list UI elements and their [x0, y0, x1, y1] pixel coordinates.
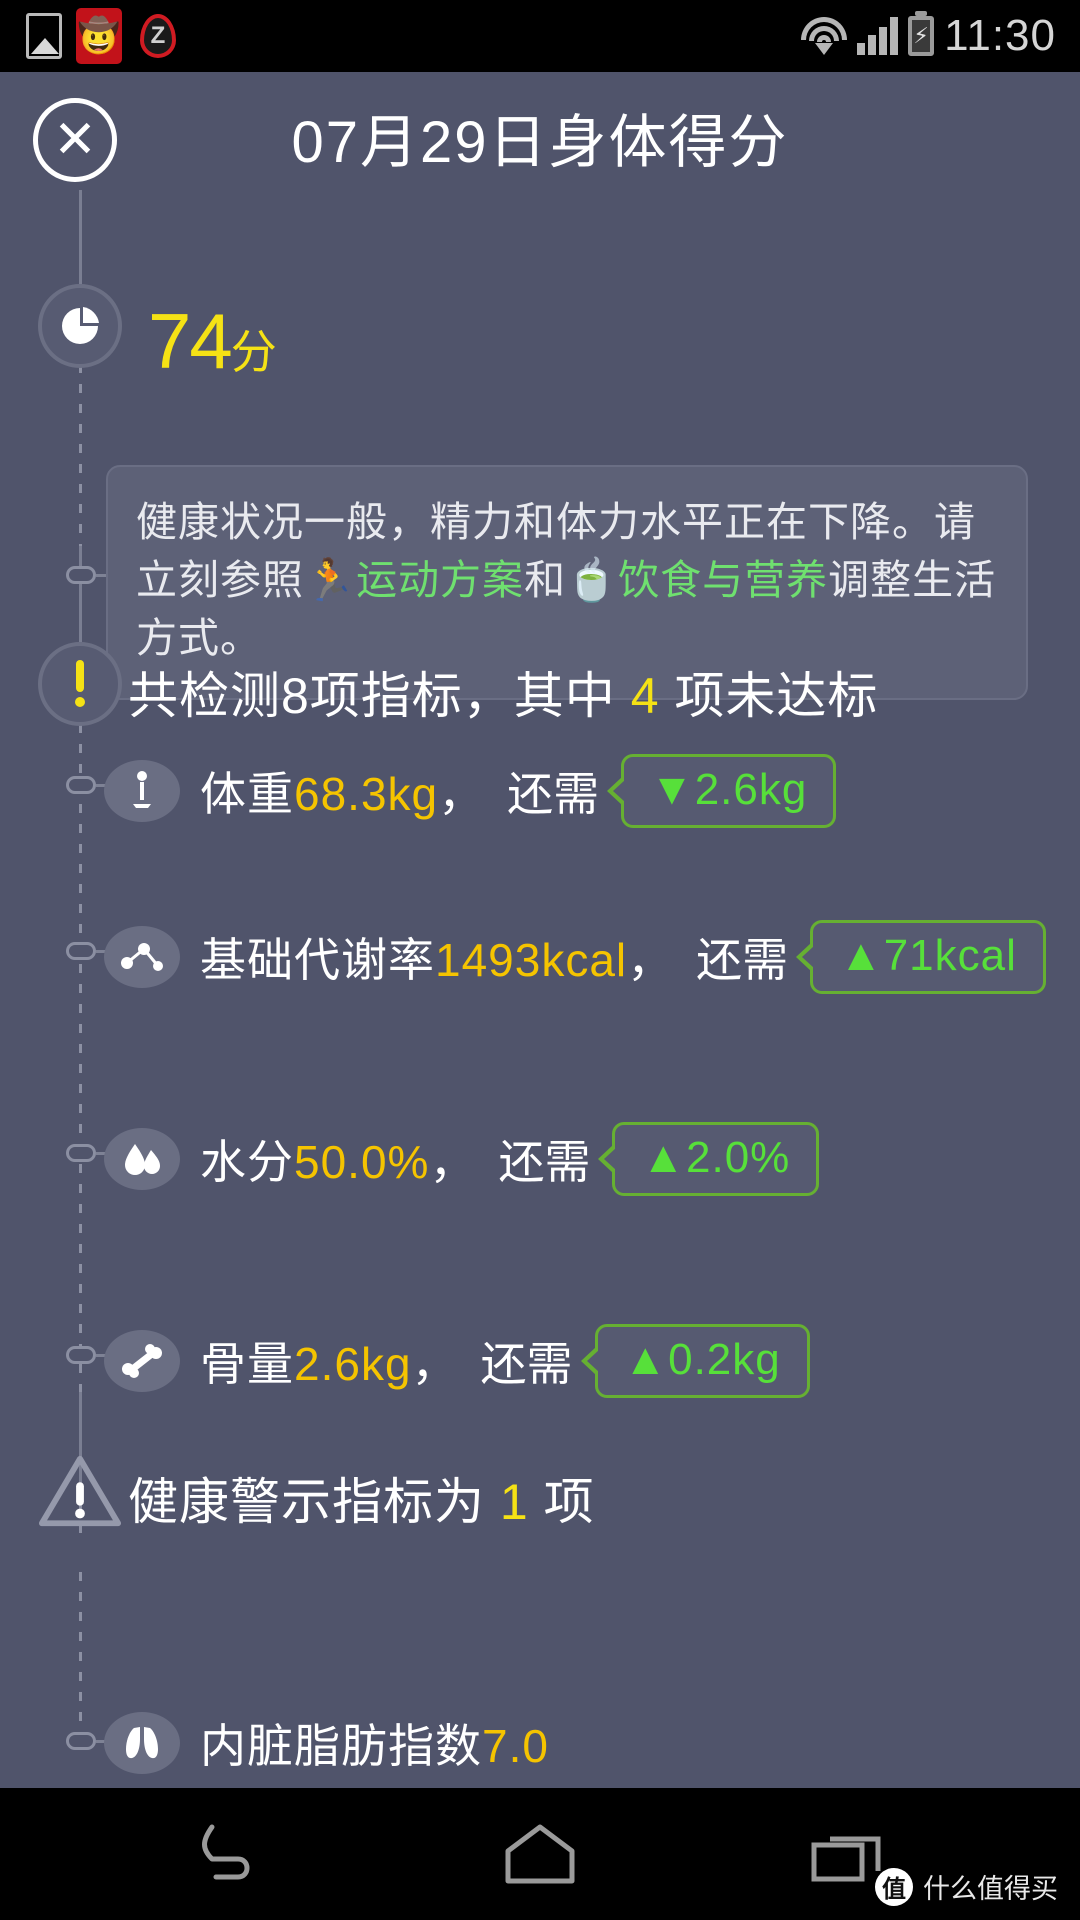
- gallery-icon: [26, 13, 62, 59]
- delta-arrow-icon: ▲: [641, 1133, 686, 1182]
- warning-suffix: 项: [543, 1474, 595, 1530]
- exclamation-circle-icon: [38, 642, 122, 726]
- metric-value: 68.3kg: [294, 768, 439, 820]
- watermark-badge: 值: [875, 1867, 913, 1906]
- metric-need-label: 还需: [696, 934, 789, 986]
- screen-root: 🤠 Z ⚡ 11:30 07月29日身体得分 ✕ 74分 健康状况一般，精力和体…: [0, 0, 1080, 1920]
- warning-triangle-icon: [38, 1450, 122, 1534]
- back-button[interactable]: [185, 1809, 275, 1899]
- battery-charging-icon: ⚡: [908, 16, 935, 56]
- metric-value: 1493kcal: [435, 934, 628, 986]
- timeline-dot: [66, 1732, 96, 1750]
- metric-need-label: 还需: [507, 768, 600, 820]
- watermark-text: 什么值得买: [923, 1874, 1058, 1904]
- timeline-dot: [66, 1144, 96, 1162]
- summary-suffix: 项未达标: [674, 668, 879, 724]
- metric-name: 内脏脂肪指数: [200, 1720, 482, 1772]
- status-bar-clock: 11:30: [944, 11, 1056, 60]
- summary-prefix: 共检测8项指标，其中: [128, 668, 616, 724]
- metric-comma: ，: [429, 1136, 477, 1188]
- delta-arrow-icon: ▲: [623, 1335, 669, 1384]
- metric-name: 骨量: [200, 1338, 294, 1390]
- weight-scale-icon: [104, 760, 180, 822]
- close-icon: ✕: [53, 111, 97, 169]
- metric-delta-badge-weight: ▼2.6kg: [621, 754, 837, 828]
- delta-value: 2.0%: [686, 1133, 791, 1182]
- watermark: 值 什么值得买: [875, 1867, 1058, 1906]
- metric-comma: ，: [627, 934, 675, 986]
- delta-value: 2.6kg: [694, 765, 808, 814]
- alarm-letter: Z: [140, 14, 176, 58]
- warning-count: 1: [499, 1474, 529, 1530]
- app-header: 07月29日身体得分 ✕: [0, 72, 1080, 202]
- metric-value: 2.6kg: [294, 1338, 412, 1390]
- cellular-signal-icon: [857, 17, 899, 55]
- timeline-dot: [66, 1346, 96, 1364]
- delta-value: 0.2kg: [668, 1335, 781, 1384]
- metric-row-visceral-fat[interactable]: 内脏脂肪指数7.0: [104, 1710, 549, 1776]
- metric-row-weight[interactable]: 体重68.3kg， 还需 ▼2.6kg: [104, 754, 837, 828]
- metric-need-label: 还需: [480, 1338, 573, 1390]
- metric-row-water[interactable]: 水分50.0%， 还需 ▲2.0%: [104, 1122, 820, 1196]
- advice-conjunction: 和: [524, 557, 567, 604]
- exercise-plan-link[interactable]: 运动方案: [356, 557, 524, 603]
- bone-icon: [104, 1330, 180, 1392]
- page-title: 07月29日身体得分: [291, 110, 789, 175]
- avatar-notification-icon: 🤠: [76, 8, 122, 64]
- status-bar: 🤠 Z ⚡ 11:30: [0, 0, 1080, 72]
- metric-delta-badge-bone: ▲0.2kg: [594, 1324, 810, 1398]
- home-button[interactable]: [495, 1809, 585, 1899]
- metric-value: 50.0%: [294, 1136, 430, 1188]
- metric-need-label: 还需: [498, 1136, 591, 1188]
- health-warning-summary: 健康警示指标为 1 项: [128, 1462, 595, 1534]
- close-button[interactable]: ✕: [33, 98, 117, 182]
- delta-value: 71kcal: [883, 931, 1017, 980]
- timeline-segment: [79, 546, 82, 642]
- metabolism-icon: [104, 926, 180, 988]
- metric-label-weight: 体重68.3kg，: [200, 758, 485, 824]
- metric-name: 水分: [200, 1136, 294, 1188]
- summary-count: 4: [630, 668, 660, 724]
- metric-label-bone: 骨量2.6kg，: [200, 1328, 459, 1394]
- status-bar-system: ⚡ 11:30: [801, 11, 1080, 61]
- delta-arrow-icon: ▼: [650, 765, 695, 814]
- wifi-icon: [801, 17, 848, 55]
- metric-row-bmr[interactable]: 基础代谢率1493kcal， 还需 ▲71kcal: [104, 920, 1046, 994]
- timeline-dot: [66, 566, 96, 584]
- timeline-dot: [66, 942, 96, 960]
- avatar-glyph: 🤠: [77, 17, 121, 55]
- nutrition-link[interactable]: 饮食与营养: [618, 557, 828, 603]
- metric-comma: ，: [438, 768, 486, 820]
- timeline-dot: [66, 776, 96, 794]
- metric-value: 7.0: [482, 1720, 549, 1772]
- tea-cup-icon: 🍵: [566, 557, 619, 604]
- metric-name: 基础代谢率: [200, 934, 435, 986]
- indicator-summary: 共检测8项指标，其中 4 项未达标: [128, 656, 878, 728]
- metric-delta-badge-bmr: ▲71kcal: [810, 920, 1046, 994]
- metric-label-water: 水分50.0%，: [200, 1126, 476, 1192]
- metric-name: 体重: [200, 768, 294, 820]
- alarm-snooze-icon: Z: [136, 10, 180, 62]
- score-number: 74: [148, 297, 233, 385]
- metric-row-bone[interactable]: 骨量2.6kg， 还需 ▲0.2kg: [104, 1324, 810, 1398]
- metric-label-visceral-fat: 内脏脂肪指数7.0: [200, 1710, 549, 1776]
- running-icon: 🏃: [304, 557, 357, 604]
- timeline-segment-dashed: [79, 364, 82, 546]
- android-navigation-bar: 值 什么值得买: [0, 1788, 1080, 1920]
- metric-delta-badge-water: ▲2.0%: [612, 1122, 820, 1196]
- metric-label-bmr: 基础代谢率1493kcal，: [200, 924, 674, 990]
- warning-prefix: 健康警示指标为: [128, 1474, 485, 1530]
- app-content: 07月29日身体得分 ✕ 74分 健康状况一般，精力和体力水平正在下降。请立刻参: [0, 72, 1080, 1788]
- pie-chart-icon: [38, 284, 122, 368]
- delta-arrow-icon: ▲: [839, 931, 884, 980]
- timeline-segment: [79, 190, 82, 284]
- timeline-segment-dashed: [79, 1572, 82, 1732]
- status-bar-notifications: 🤠 Z: [0, 8, 180, 64]
- metric-comma: ，: [411, 1338, 459, 1390]
- body-score: 74分: [148, 296, 277, 387]
- visceral-organ-icon: [104, 1712, 180, 1774]
- score-unit: 分: [230, 326, 277, 378]
- water-drop-icon: [104, 1128, 180, 1190]
